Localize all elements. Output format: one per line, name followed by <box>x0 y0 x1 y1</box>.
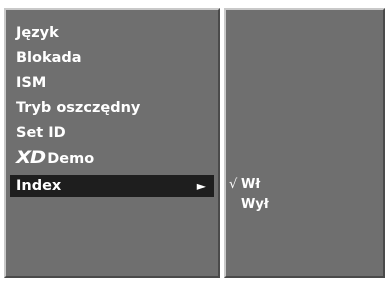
menu-item-power-saving[interactable]: Tryb oszczędny <box>10 97 214 119</box>
menu-item-label: Tryb oszczędny <box>16 100 141 116</box>
menu-item-lock[interactable]: Blokada <box>10 47 214 69</box>
menu-item-label: Set ID <box>16 125 66 141</box>
menu-item-xd-demo[interactable]: XD Demo <box>10 147 214 169</box>
menu-item-index[interactable]: Index ► <box>10 175 214 197</box>
menu-item-label: Język <box>16 25 59 41</box>
menu-item-ism[interactable]: ISM <box>10 72 214 94</box>
option-label: Wył <box>241 197 269 212</box>
xd-logo: XD <box>16 148 46 168</box>
menu-item-label: Blokada <box>16 50 82 66</box>
menu-item-set-id[interactable]: Set ID <box>10 122 214 144</box>
option-off[interactable]: Wył <box>241 196 269 214</box>
menu-item-language[interactable]: Język <box>10 22 214 44</box>
submenu-panel: √ Wł Wył <box>224 8 385 278</box>
option-label: Wł <box>241 177 261 192</box>
option-on[interactable]: Wł <box>241 176 260 194</box>
submenu-arrow-icon: ► <box>196 179 206 193</box>
osd-menu: Język Blokada ISM Tryb oszczędny Set ID … <box>0 0 389 283</box>
menu-item-label: Demo <box>47 151 95 167</box>
checkmark-icon: √ <box>229 177 238 192</box>
menu-item-label: ISM <box>16 75 47 91</box>
main-menu-panel: Język Blokada ISM Tryb oszczędny Set ID … <box>4 8 220 278</box>
menu-item-label: Index <box>16 178 62 194</box>
